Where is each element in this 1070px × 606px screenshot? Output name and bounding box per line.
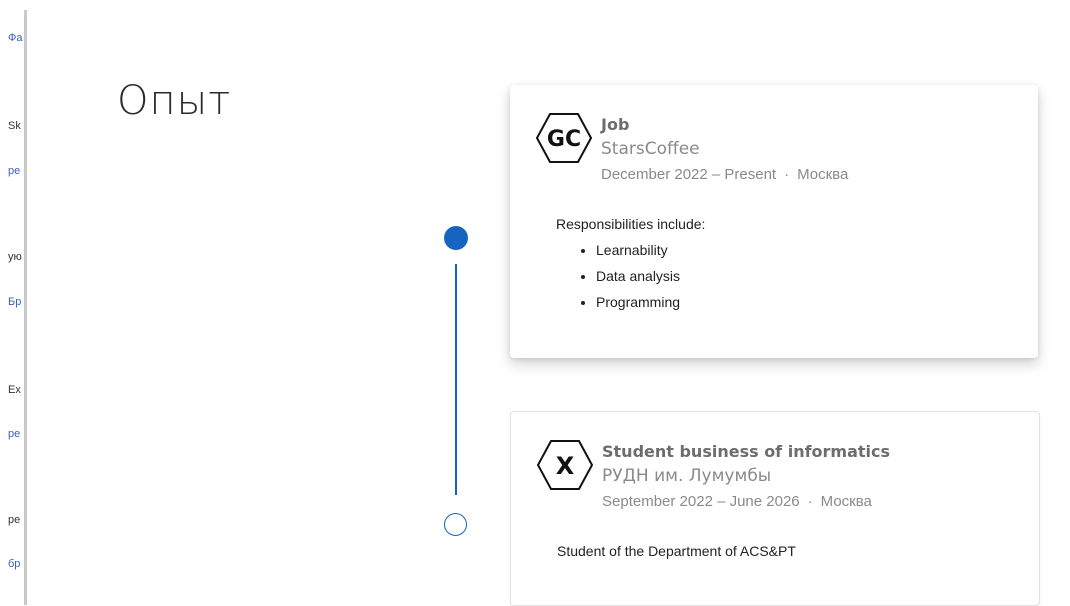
- left-fragment-link[interactable]: бр: [8, 558, 24, 570]
- left-fragment-link[interactable]: ре: [8, 428, 24, 440]
- gc-logo-icon: GC: [536, 113, 592, 163]
- left-panel-fragment: Фа Sk ре ую Бр Ex ре ре бр: [0, 0, 24, 605]
- timeline-dot-inactive[interactable]: [444, 513, 467, 536]
- experience-location: Москва: [797, 166, 849, 183]
- meta-separator: ·: [807, 493, 813, 510]
- experience-card: X Student business of informatics РУДН и…: [510, 411, 1040, 606]
- experience-dates: December 2022 – Present: [601, 166, 777, 183]
- left-fragment-text[interactable]: Фа: [8, 32, 24, 44]
- x-logo-icon: X: [537, 440, 593, 490]
- experience-organization: StarsCoffee: [601, 139, 700, 159]
- left-fragment-text: Sk: [8, 120, 21, 132]
- experience-location: Москва: [820, 493, 872, 510]
- experience-meta: September 2022 – June 2026 · Москва: [602, 493, 890, 511]
- experience-description: Responsibilities include: Learnability D…: [556, 215, 705, 315]
- section-title: Опыт: [117, 78, 232, 124]
- timeline-line: [455, 264, 457, 495]
- left-fragment-text: Ex: [8, 384, 21, 396]
- experience-role: Job: [601, 115, 630, 134]
- panel-divider: [24, 10, 27, 605]
- timeline-dot-active[interactable]: [444, 226, 468, 250]
- list-item: Learnability: [596, 237, 705, 263]
- logo-text: GC: [547, 127, 581, 152]
- list-item: Data analysis: [596, 263, 705, 289]
- experience-meta: December 2022 – Present · Москва: [601, 166, 848, 184]
- description-text: Student of the Department of ACS&PT: [557, 543, 796, 559]
- left-fragment-link[interactable]: ре: [8, 165, 24, 177]
- responsibility-list: Learnability Data analysis Programming: [556, 237, 705, 315]
- experience-dates: September 2022 – June 2026: [602, 493, 800, 510]
- left-fragment-text: ре: [8, 514, 21, 526]
- experience-role: Student business of informatics: [602, 442, 891, 461]
- description-intro: Responsibilities include:: [556, 216, 706, 232]
- experience-card: GC Job StarsCoffee December 2022 – Prese…: [510, 85, 1038, 358]
- list-item: Programming: [596, 289, 705, 315]
- experience-organization: РУДН им. Лумумбы: [602, 466, 772, 486]
- left-fragment-link[interactable]: Бр: [8, 296, 24, 308]
- experience-description: Student of the Department of ACS&PT: [557, 542, 796, 560]
- left-fragment-text: ую: [8, 251, 22, 263]
- logo-text: X: [556, 452, 575, 480]
- meta-separator: ·: [784, 166, 790, 183]
